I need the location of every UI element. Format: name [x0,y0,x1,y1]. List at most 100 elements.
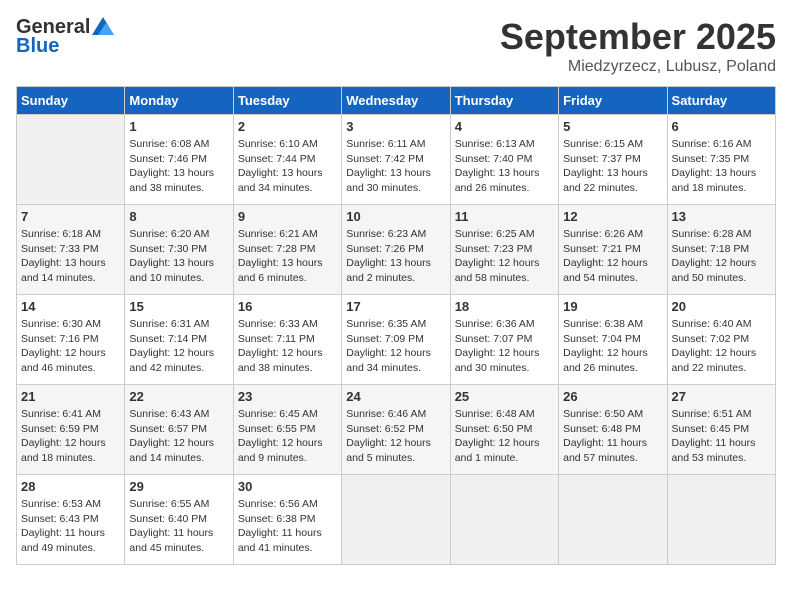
col-header-wednesday: Wednesday [342,87,450,115]
calendar-cell: 2 Sunrise: 6:10 AMSunset: 7:44 PMDaylight… [233,115,341,205]
day-number: 16 [238,299,337,314]
day-info: Sunrise: 6:41 AMSunset: 6:59 PMDaylight:… [21,407,120,466]
calendar-cell: 20 Sunrise: 6:40 AMSunset: 7:02 PMDayligh… [667,295,775,385]
day-number: 12 [563,209,662,224]
day-info: Sunrise: 6:51 AMSunset: 6:45 PMDaylight:… [672,407,771,466]
calendar-cell: 5 Sunrise: 6:15 AMSunset: 7:37 PMDaylight… [559,115,667,205]
calendar-cell: 25 Sunrise: 6:48 AMSunset: 6:50 PMDayligh… [450,385,558,475]
day-info: Sunrise: 6:50 AMSunset: 6:48 PMDaylight:… [563,407,662,466]
logo-icon [92,17,114,35]
day-number: 21 [21,389,120,404]
calendar-cell: 3 Sunrise: 6:11 AMSunset: 7:42 PMDaylight… [342,115,450,205]
calendar-cell: 14 Sunrise: 6:30 AMSunset: 7:16 PMDayligh… [17,295,125,385]
day-number: 10 [346,209,445,224]
calendar-cell: 13 Sunrise: 6:28 AMSunset: 7:18 PMDayligh… [667,205,775,295]
day-info: Sunrise: 6:48 AMSunset: 6:50 PMDaylight:… [455,407,554,466]
day-number: 20 [672,299,771,314]
calendar-week-2: 7Sunrise: 6:18 AMSunset: 7:33 PMDaylight… [17,205,776,295]
day-info: Sunrise: 6:30 AMSunset: 7:16 PMDaylight:… [21,317,120,376]
col-header-monday: Monday [125,87,233,115]
day-number: 4 [455,119,554,134]
location-title: Miedzyrzecz, Lubusz, Poland [500,58,776,76]
calendar-cell: 1Sunrise: 6:08 AMSunset: 7:46 PMDaylight… [125,115,233,205]
logo-blue-text: Blue [16,35,59,58]
day-number: 27 [672,389,771,404]
calendar-cell: 22 Sunrise: 6:43 AMSunset: 6:57 PMDayligh… [125,385,233,475]
calendar-cell: 26 Sunrise: 6:50 AMSunset: 6:48 PMDayligh… [559,385,667,475]
month-title: September 2025 [500,16,776,58]
calendar-cell [17,115,125,205]
calendar-week-1: 1Sunrise: 6:08 AMSunset: 7:46 PMDaylight… [17,115,776,205]
day-number: 28 [21,479,120,494]
day-number: 24 [346,389,445,404]
day-number: 22 [129,389,228,404]
logo: General Blue [16,16,114,58]
day-number: 9 [238,209,337,224]
day-number: 6 [672,119,771,134]
calendar-week-5: 28 Sunrise: 6:53 AMSunset: 6:43 PMDayligh… [17,475,776,565]
day-number: 18 [455,299,554,314]
col-header-friday: Friday [559,87,667,115]
calendar-cell: 4 Sunrise: 6:13 AMSunset: 7:40 PMDaylight… [450,115,558,205]
calendar-week-4: 21 Sunrise: 6:41 AMSunset: 6:59 PMDayligh… [17,385,776,475]
calendar-table: SundayMondayTuesdayWednesdayThursdayFrid… [16,86,776,565]
day-info: Sunrise: 6:23 AMSunset: 7:26 PMDaylight:… [346,227,445,286]
calendar-cell: 7Sunrise: 6:18 AMSunset: 7:33 PMDaylight… [17,205,125,295]
calendar-cell [559,475,667,565]
calendar-cell [342,475,450,565]
day-number: 25 [455,389,554,404]
day-info: Sunrise: 6:15 AMSunset: 7:37 PMDaylight:… [563,137,662,196]
day-info: Sunrise: 6:36 AMSunset: 7:07 PMDaylight:… [455,317,554,376]
calendar-cell: 16 Sunrise: 6:33 AMSunset: 7:11 PMDayligh… [233,295,341,385]
calendar-cell: 21 Sunrise: 6:41 AMSunset: 6:59 PMDayligh… [17,385,125,475]
calendar-cell: 18 Sunrise: 6:36 AMSunset: 7:07 PMDayligh… [450,295,558,385]
day-info: Sunrise: 6:10 AMSunset: 7:44 PMDaylight:… [238,137,337,196]
day-info: Sunrise: 6:08 AMSunset: 7:46 PMDaylight:… [129,137,228,196]
col-header-tuesday: Tuesday [233,87,341,115]
day-number: 30 [238,479,337,494]
calendar-cell [450,475,558,565]
col-header-sunday: Sunday [17,87,125,115]
calendar-cell: 8 Sunrise: 6:20 AMSunset: 7:30 PMDaylight… [125,205,233,295]
calendar-cell: 12Sunrise: 6:26 AMSunset: 7:21 PMDayligh… [559,205,667,295]
calendar-cell [667,475,775,565]
day-number: 13 [672,209,771,224]
day-info: Sunrise: 6:35 AMSunset: 7:09 PMDaylight:… [346,317,445,376]
title-section: September 2025 Miedzyrzecz, Lubusz, Pola… [500,16,776,76]
calendar-cell: 30Sunrise: 6:56 AMSunset: 6:38 PMDayligh… [233,475,341,565]
calendar-cell: 15 Sunrise: 6:31 AMSunset: 7:14 PMDayligh… [125,295,233,385]
day-number: 8 [129,209,228,224]
day-number: 3 [346,119,445,134]
day-info: Sunrise: 6:33 AMSunset: 7:11 PMDaylight:… [238,317,337,376]
col-header-thursday: Thursday [450,87,558,115]
day-number: 19 [563,299,662,314]
calendar-week-3: 14 Sunrise: 6:30 AMSunset: 7:16 PMDayligh… [17,295,776,385]
day-number: 29 [129,479,228,494]
calendar-cell: 9Sunrise: 6:21 AMSunset: 7:28 PMDaylight… [233,205,341,295]
day-number: 7 [21,209,120,224]
day-number: 17 [346,299,445,314]
day-info: Sunrise: 6:55 AMSunset: 6:40 PMDaylight:… [129,497,228,556]
day-number: 23 [238,389,337,404]
day-info: Sunrise: 6:53 AMSunset: 6:43 PMDaylight:… [21,497,120,556]
day-info: Sunrise: 6:28 AMSunset: 7:18 PMDaylight:… [672,227,771,286]
day-info: Sunrise: 6:20 AMSunset: 7:30 PMDaylight:… [129,227,228,286]
day-info: Sunrise: 6:40 AMSunset: 7:02 PMDaylight:… [672,317,771,376]
day-info: Sunrise: 6:45 AMSunset: 6:55 PMDaylight:… [238,407,337,466]
day-info: Sunrise: 6:43 AMSunset: 6:57 PMDaylight:… [129,407,228,466]
day-info: Sunrise: 6:46 AMSunset: 6:52 PMDaylight:… [346,407,445,466]
col-header-saturday: Saturday [667,87,775,115]
day-info: Sunrise: 6:31 AMSunset: 7:14 PMDaylight:… [129,317,228,376]
day-info: Sunrise: 6:11 AMSunset: 7:42 PMDaylight:… [346,137,445,196]
calendar-cell: 6Sunrise: 6:16 AMSunset: 7:35 PMDaylight… [667,115,775,205]
day-number: 2 [238,119,337,134]
day-info: Sunrise: 6:13 AMSunset: 7:40 PMDaylight:… [455,137,554,196]
day-number: 14 [21,299,120,314]
calendar-cell: 11Sunrise: 6:25 AMSunset: 7:23 PMDayligh… [450,205,558,295]
day-number: 26 [563,389,662,404]
day-info: Sunrise: 6:25 AMSunset: 7:23 PMDaylight:… [455,227,554,286]
day-number: 15 [129,299,228,314]
day-info: Sunrise: 6:38 AMSunset: 7:04 PMDaylight:… [563,317,662,376]
day-number: 5 [563,119,662,134]
header: General Blue September 2025 Miedzyrzecz,… [16,16,776,76]
